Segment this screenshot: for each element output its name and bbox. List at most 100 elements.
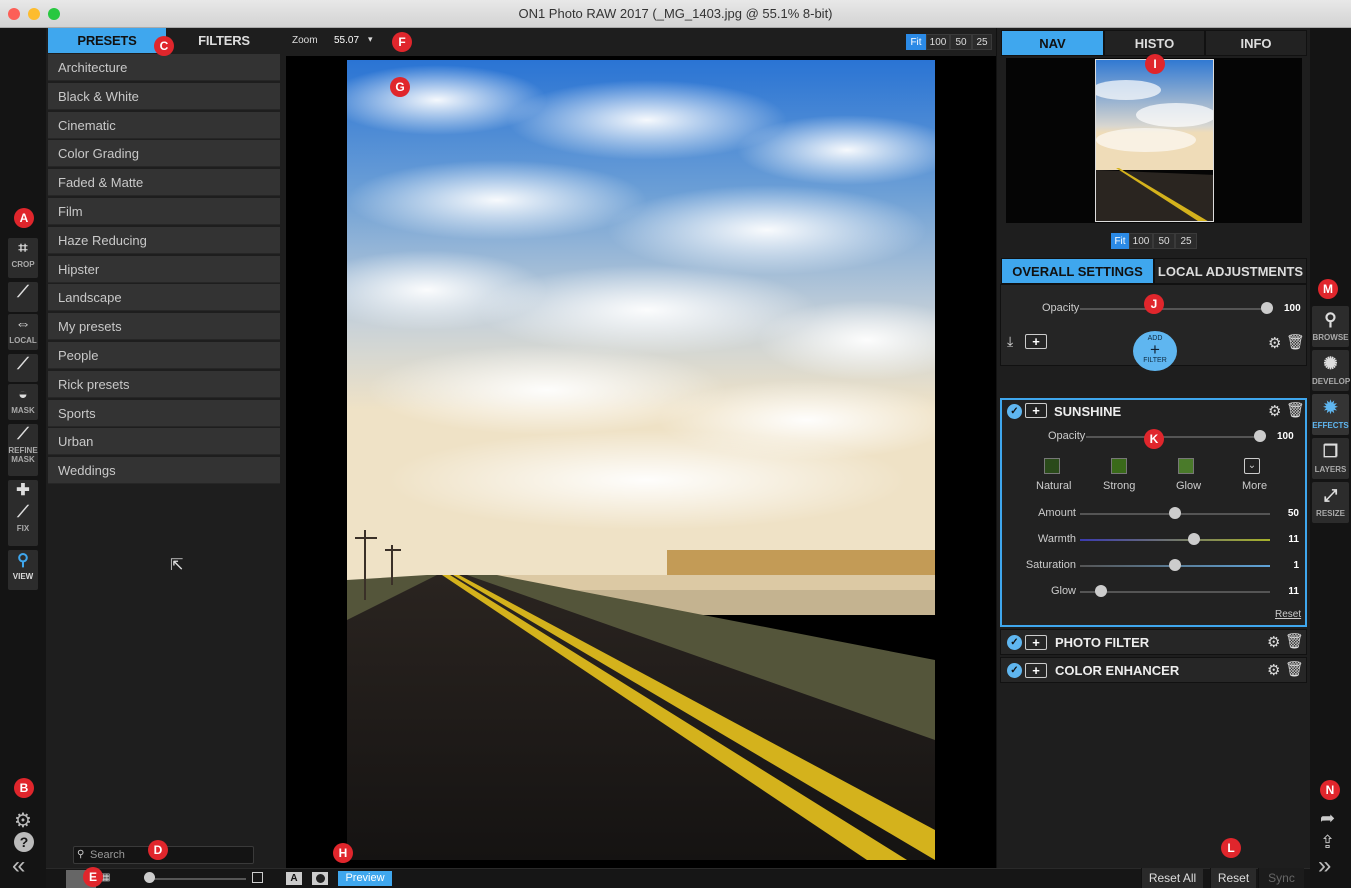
reset-all-button[interactable]: Reset All bbox=[1141, 868, 1203, 888]
preset-category-item[interactable]: People bbox=[48, 342, 280, 369]
preset-category-item[interactable]: Weddings bbox=[48, 457, 280, 485]
tab-info[interactable]: INFO bbox=[1205, 30, 1307, 56]
refine-mask-button[interactable]: ⟋ REFINE MASK bbox=[8, 424, 38, 476]
chevron-down-icon[interactable]: ⌄ bbox=[1244, 458, 1260, 474]
import-icon[interactable]: ⤓ bbox=[1007, 333, 1013, 350]
effects-module-button[interactable]: ✹ EFFECTS bbox=[1312, 394, 1349, 435]
brush-tool-button[interactable]: ⟋ bbox=[8, 282, 38, 312]
preset-category-item[interactable]: Hipster bbox=[48, 255, 280, 283]
sunshine-reset-link[interactable]: Reset bbox=[1275, 609, 1301, 620]
help-icon[interactable]: ? bbox=[14, 832, 34, 852]
main-photo[interactable] bbox=[347, 60, 935, 860]
add-layer-plus-icon[interactable]: + bbox=[1025, 334, 1047, 349]
effect-slider[interactable] bbox=[1080, 539, 1270, 541]
natural-preset-label[interactable]: Natural bbox=[1036, 480, 1071, 492]
resize-module-button[interactable]: ⤢ RESIZE bbox=[1312, 482, 1349, 523]
preset-category-item[interactable]: Black & White bbox=[48, 82, 280, 110]
preset-category-item[interactable]: Film bbox=[48, 198, 280, 225]
filter-plus-icon[interactable]: + bbox=[1025, 403, 1047, 418]
collapse-right-icon[interactable]: » bbox=[1318, 854, 1331, 878]
color-enhancer-row[interactable]: ✓ + COLOR ENHANCER ⚙ 🗑 bbox=[1000, 657, 1307, 683]
thumbnail-size-knob[interactable] bbox=[144, 872, 155, 883]
filter-enabled-check-icon[interactable]: ✓ bbox=[1007, 635, 1022, 650]
preset-category-item[interactable]: Architecture bbox=[48, 54, 280, 81]
zoom-100-button[interactable]: 100 bbox=[926, 34, 950, 50]
add-filter-button[interactable]: ADD + FILTER bbox=[1133, 331, 1177, 371]
collapse-left-icon[interactable]: « bbox=[12, 854, 25, 878]
mask-tool-button[interactable]: ◒ MASK bbox=[8, 384, 38, 420]
trash-icon[interactable]: 🗑 bbox=[1285, 632, 1304, 650]
strong-preset-icon[interactable] bbox=[1111, 458, 1127, 474]
chevron-down-icon[interactable]: ▾ bbox=[368, 34, 373, 45]
preset-category-item[interactable]: Color Grading bbox=[48, 140, 280, 168]
gear-icon[interactable]: ⚙ bbox=[1267, 633, 1280, 651]
preset-category-item[interactable]: Sports bbox=[48, 399, 280, 427]
filter-plus-icon[interactable]: + bbox=[1025, 635, 1047, 650]
zoom-25-button[interactable]: 25 bbox=[972, 34, 992, 50]
preset-category-item[interactable]: Cinematic bbox=[48, 111, 280, 139]
tab-nav[interactable]: NAV bbox=[1001, 30, 1104, 56]
reset-button[interactable]: Reset bbox=[1210, 868, 1256, 888]
effect-slider[interactable] bbox=[1080, 591, 1270, 593]
filter-plus-icon[interactable]: + bbox=[1025, 663, 1047, 678]
thumbnail-size-slider[interactable] bbox=[146, 878, 246, 880]
glow-preset-label[interactable]: Glow bbox=[1176, 480, 1201, 492]
crop-tool-button[interactable]: ⌗ CROP bbox=[8, 238, 38, 278]
view-tool-button[interactable]: ⚲ VIEW bbox=[8, 550, 38, 590]
strong-preset-label[interactable]: Strong bbox=[1103, 480, 1135, 492]
more-preset-label[interactable]: More bbox=[1242, 480, 1267, 492]
gear-icon[interactable]: ⚙ bbox=[1267, 661, 1280, 679]
large-thumb-icon[interactable] bbox=[252, 872, 263, 883]
gear-icon[interactable]: ⚙ bbox=[1268, 334, 1281, 352]
navigator-thumbnail[interactable] bbox=[1095, 59, 1214, 222]
gear-icon[interactable]: ⚙ bbox=[1268, 402, 1281, 420]
filter-enabled-check-icon[interactable]: ✓ bbox=[1007, 404, 1022, 419]
sunshine-opacity-knob[interactable] bbox=[1254, 430, 1266, 442]
nav-zoom-25-button[interactable]: 25 bbox=[1175, 233, 1197, 249]
tab-presets[interactable]: PRESETS bbox=[48, 28, 166, 53]
effect-slider-knob[interactable] bbox=[1169, 507, 1181, 519]
preset-category-item[interactable]: Faded & Matte bbox=[48, 169, 280, 197]
nav-zoom-100-button[interactable]: 100 bbox=[1129, 233, 1153, 249]
glow-preset-icon[interactable] bbox=[1178, 458, 1194, 474]
fix-tool-button[interactable]: ✚ ⟋ FIX bbox=[8, 480, 38, 546]
filter-enabled-check-icon[interactable]: ✓ bbox=[1007, 663, 1022, 678]
preset-category-item[interactable]: My presets bbox=[48, 313, 280, 341]
tab-histo[interactable]: HISTO bbox=[1104, 30, 1205, 56]
tab-overall-settings[interactable]: OVERALL SETTINGS bbox=[1001, 258, 1154, 284]
nav-zoom-50-button[interactable]: 50 bbox=[1153, 233, 1175, 249]
preset-category-item[interactable]: Haze Reducing bbox=[48, 226, 280, 254]
layers-module-button[interactable]: ❐ LAYERS bbox=[1312, 438, 1349, 479]
tab-local-adjustments[interactable]: LOCAL ADJUSTMENTS bbox=[1154, 258, 1307, 284]
effect-slider-knob[interactable] bbox=[1169, 559, 1181, 571]
sunshine-opacity-slider[interactable] bbox=[1086, 436, 1262, 438]
zoom-value[interactable]: 55.07 bbox=[334, 35, 359, 46]
export-icon[interactable]: ➦ bbox=[1320, 808, 1335, 829]
trash-icon[interactable]: 🗑 bbox=[1286, 401, 1305, 419]
preset-category-item[interactable]: Urban bbox=[48, 428, 280, 456]
share-icon[interactable]: ⇪ bbox=[1320, 832, 1335, 853]
mask-view-icon[interactable] bbox=[312, 872, 328, 885]
natural-preset-icon[interactable] bbox=[1044, 458, 1060, 474]
preset-category-item[interactable]: Rick presets bbox=[48, 370, 280, 398]
trash-icon[interactable]: 🗑 bbox=[1286, 333, 1305, 351]
effect-slider-knob[interactable] bbox=[1188, 533, 1200, 545]
overall-opacity-slider[interactable] bbox=[1080, 308, 1270, 310]
trash-icon[interactable]: 🗑 bbox=[1285, 660, 1304, 678]
develop-module-button[interactable]: ✺ DEVELOP bbox=[1312, 350, 1350, 391]
preview-toggle-button[interactable]: Preview bbox=[338, 871, 392, 886]
mask-brush-button[interactable]: ⟋ bbox=[8, 354, 38, 382]
sync-button[interactable]: Sync bbox=[1258, 868, 1304, 888]
local-tool-button[interactable]: ⇔ LOCAL bbox=[8, 314, 38, 350]
nav-zoom-fit-button[interactable]: Fit bbox=[1111, 233, 1129, 249]
preset-category-item[interactable]: Landscape bbox=[48, 284, 280, 312]
gear-icon[interactable]: ⚙ bbox=[14, 808, 32, 833]
overall-opacity-knob[interactable] bbox=[1261, 302, 1273, 314]
zoom-fit-button[interactable]: Fit bbox=[906, 34, 926, 50]
photo-filter-row[interactable]: ✓ + PHOTO FILTER ⚙ 🗑 bbox=[1000, 629, 1307, 655]
browse-module-button[interactable]: ⚲ BROWSE bbox=[1312, 306, 1349, 347]
auto-tone-icon[interactable]: A bbox=[286, 872, 302, 885]
zoom-50-button[interactable]: 50 bbox=[950, 34, 972, 50]
effect-slider-knob[interactable] bbox=[1094, 585, 1107, 597]
tab-filters[interactable]: FILTERS bbox=[166, 28, 282, 53]
